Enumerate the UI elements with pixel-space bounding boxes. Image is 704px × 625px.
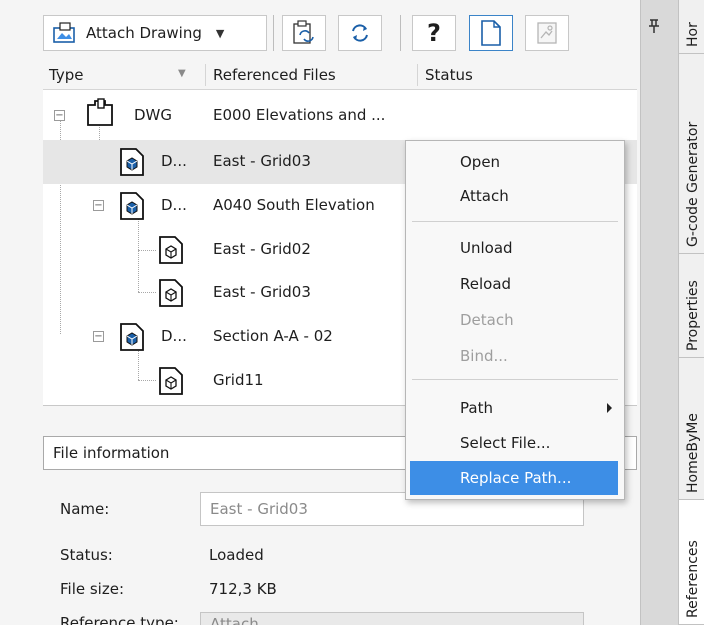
- tab-homebyme[interactable]: HomeByMe: [679, 358, 704, 500]
- menu-item-bind: Bind...: [460, 347, 508, 365]
- palette-strip: [640, 0, 678, 625]
- help-button[interactable]: ?: [412, 15, 456, 51]
- attach-reference-button[interactable]: [282, 15, 326, 51]
- menu-item-reload[interactable]: Reload: [410, 267, 618, 301]
- reference-type-select[interactable]: Attach: [200, 612, 584, 625]
- attach-drawing-icon: [53, 22, 75, 43]
- tree-row-file: Grid11: [213, 371, 264, 389]
- name-label: Name:: [60, 500, 110, 518]
- tree-row-file: A040 South Elevation: [213, 196, 375, 214]
- file-information-title: File information: [53, 444, 170, 462]
- submenu-arrow-icon: [607, 403, 612, 413]
- menu-item-detach: Detach: [460, 311, 514, 329]
- refresh-references-icon: [352, 24, 368, 42]
- file-size-value: 712,3 KB: [209, 580, 277, 598]
- reference-type-value: Attach: [210, 615, 259, 625]
- tree-row-type: DWG: [134, 106, 173, 124]
- menu-item-attach[interactable]: Attach: [410, 179, 618, 213]
- tree-column-header: Type ▼ Referenced Files Status: [43, 60, 637, 90]
- tree-row-file: E000 Elevations and ...: [213, 106, 386, 124]
- tree-row-file: East - Grid02: [213, 240, 311, 258]
- dwg-file-icon: [120, 192, 144, 220]
- menu-item-select-file[interactable]: Select File...: [410, 426, 618, 460]
- dwg-file-icon: [159, 236, 183, 264]
- menu-separator: [412, 379, 618, 380]
- sort-arrow-icon[interactable]: ▼: [178, 68, 186, 79]
- dwg-file-icon: [120, 323, 144, 351]
- collapse-icon[interactable]: −: [93, 200, 104, 211]
- name-field-value: East - Grid03: [210, 500, 308, 518]
- tree-row-file: East - Grid03: [213, 283, 311, 301]
- tab-gcode-generator[interactable]: G-code Generator: [679, 54, 704, 254]
- column-referenced-files[interactable]: Referenced Files: [213, 66, 336, 84]
- tree-row-type: D...: [161, 196, 187, 214]
- attach-drawing-label: Attach Drawing: [86, 24, 202, 42]
- toolbar-separator: [400, 15, 401, 51]
- status-label: Status:: [60, 546, 113, 564]
- menu-item-path[interactable]: Path: [410, 391, 618, 425]
- dwg-folder-icon: [87, 98, 113, 126]
- pin-icon[interactable]: [648, 18, 660, 38]
- status-value: Loaded: [209, 546, 264, 564]
- collapse-icon[interactable]: −: [54, 110, 65, 121]
- tree-view-button[interactable]: [469, 15, 513, 51]
- tree-row[interactable]: − DWG E000 Elevations and ...: [43, 94, 637, 138]
- dwg-file-icon: [159, 279, 183, 307]
- attach-reference-icon: [293, 20, 314, 44]
- refresh-references-button[interactable]: [338, 15, 382, 51]
- attach-drawing-button[interactable]: Attach Drawing ▼: [43, 15, 267, 51]
- tab-properties[interactable]: Properties: [679, 254, 704, 358]
- preview-view-button[interactable]: [525, 15, 569, 51]
- side-tab-bar: Hor G-code Generator Properties HomeByMe…: [678, 0, 704, 625]
- menu-item-unload[interactable]: Unload: [410, 231, 618, 265]
- help-icon: ?: [427, 19, 441, 47]
- context-menu: Open Attach Unload Reload Detach Bind...…: [405, 140, 625, 500]
- tree-view-icon: [481, 20, 501, 46]
- menu-item-open[interactable]: Open: [410, 145, 618, 179]
- tree-row-file: Section A-A - 02: [213, 327, 333, 345]
- preview-view-icon: [537, 22, 557, 44]
- chevron-down-icon[interactable]: ▼: [216, 27, 224, 40]
- column-type[interactable]: Type: [49, 66, 83, 84]
- menu-item-replace-path[interactable]: Replace Path...: [410, 461, 618, 495]
- dwg-file-icon: [120, 148, 144, 176]
- dwg-file-icon: [159, 367, 183, 395]
- tab-references[interactable]: References: [679, 500, 704, 625]
- tree-row-type: D...: [161, 327, 187, 345]
- column-status[interactable]: Status: [425, 66, 473, 84]
- tree-row-file: East - Grid03: [213, 152, 311, 170]
- reference-type-label: Reference type:: [60, 614, 179, 625]
- tab-hor[interactable]: Hor: [679, 0, 704, 54]
- toolbar-separator: [273, 15, 274, 51]
- menu-separator: [412, 221, 618, 222]
- collapse-icon[interactable]: −: [93, 331, 104, 342]
- file-size-label: File size:: [60, 580, 125, 598]
- tree-row-type: D...: [161, 152, 187, 170]
